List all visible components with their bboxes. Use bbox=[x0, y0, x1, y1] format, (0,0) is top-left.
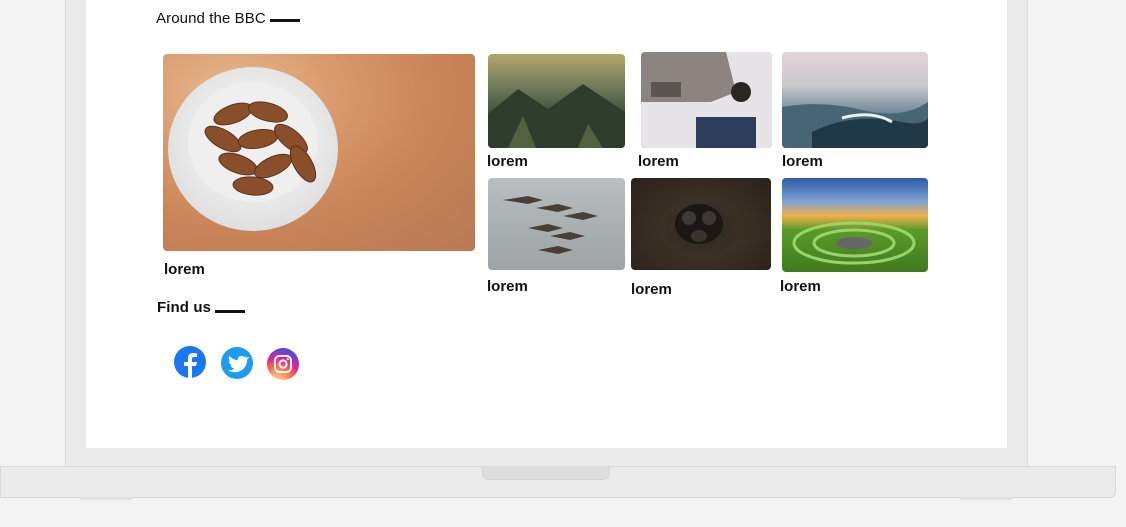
card-image-field[interactable] bbox=[782, 178, 928, 272]
card-image-almonds[interactable] bbox=[163, 54, 475, 251]
around-heading: Around the BBC bbox=[156, 10, 300, 27]
twitter-glyph bbox=[227, 355, 249, 373]
card-image-mountains[interactable] bbox=[488, 54, 625, 148]
instagram-glyph bbox=[274, 355, 292, 373]
heading-underline bbox=[215, 310, 245, 313]
laptop-foot-right bbox=[960, 497, 1012, 500]
card-caption[interactable]: lorem bbox=[487, 278, 528, 295]
field-graphic bbox=[792, 221, 916, 265]
find-us-title: Find us bbox=[157, 299, 212, 316]
card-caption[interactable]: lorem bbox=[631, 281, 672, 298]
card-image-jets[interactable] bbox=[488, 178, 625, 270]
heading-underline bbox=[270, 19, 300, 22]
card-image-ruin[interactable] bbox=[641, 52, 772, 148]
laptop-base-notch bbox=[482, 466, 610, 480]
card-caption[interactable]: lorem bbox=[638, 153, 679, 170]
card-caption[interactable]: lorem bbox=[164, 261, 205, 278]
gas-mask-graphic bbox=[675, 204, 723, 244]
facebook-icon[interactable] bbox=[174, 346, 206, 378]
ruin-graphic bbox=[641, 52, 772, 148]
card-caption[interactable]: lorem bbox=[782, 153, 823, 170]
jets-graphic bbox=[503, 196, 598, 254]
find-us-heading: Find us bbox=[157, 299, 245, 316]
almonds-bowl-graphic bbox=[168, 67, 338, 231]
around-title: Around the BBC bbox=[156, 10, 266, 27]
card-image-sea[interactable] bbox=[782, 52, 928, 148]
card-caption[interactable]: lorem bbox=[780, 278, 821, 295]
card-caption[interactable]: lorem bbox=[487, 153, 528, 170]
card-image-gas-mask[interactable] bbox=[631, 178, 771, 270]
twitter-icon[interactable] bbox=[221, 347, 253, 379]
facebook-glyph bbox=[184, 353, 197, 378]
sea-graphic bbox=[782, 102, 928, 148]
mountain-graphic bbox=[488, 84, 625, 148]
instagram-icon[interactable] bbox=[267, 348, 299, 380]
laptop-foot-left bbox=[80, 497, 132, 500]
